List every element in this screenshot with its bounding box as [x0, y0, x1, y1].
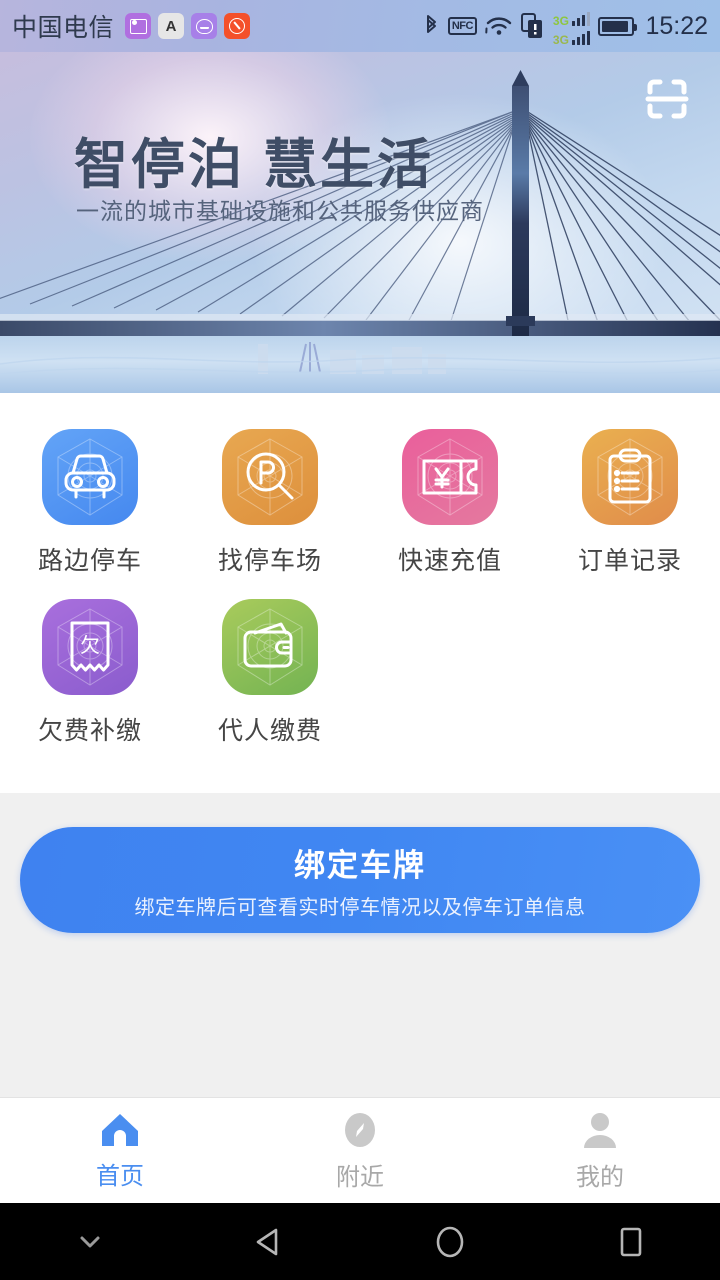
- tab-label: 附近: [336, 1163, 384, 1191]
- tab-home[interactable]: 首页: [0, 1098, 240, 1203]
- bluetooth-icon: [423, 14, 440, 38]
- dual-sim-icon: [520, 13, 545, 39]
- compass-icon: [345, 1112, 375, 1147]
- android-nav-bar: [0, 1203, 720, 1280]
- nfc-icon: NFC: [447, 17, 477, 35]
- hero-banner: 智停泊 慧生活 一流的城市基础设施和公共服务供应商: [0, 52, 720, 393]
- keyboard-icon: A: [158, 13, 185, 39]
- grid-item-arrears-payment[interactable]: 欠 欠费补缴: [0, 599, 180, 747]
- feature-grid-card: 路边停车 找停车场 快速充值 订单记录 欠 欠费补缴 代人缴费: [0, 393, 720, 793]
- wifi-icon: [485, 15, 513, 37]
- grid-item-label: 快速充值: [397, 547, 502, 575]
- home-icon: [102, 1113, 138, 1146]
- wallet-glyph: [243, 622, 293, 668]
- recharge-ticket-icon: [402, 429, 498, 525]
- wallet-icon: [222, 599, 318, 695]
- home-icon[interactable]: [360, 1221, 540, 1263]
- grid-item-label: 找停车场: [217, 547, 322, 575]
- arrears-receipt-icon: 欠: [42, 599, 138, 695]
- recents-icon[interactable]: [540, 1222, 720, 1262]
- clock-label: 15:22: [645, 11, 708, 40]
- grid-item-find-parking[interactable]: 找停车场: [180, 429, 360, 577]
- signal-bars-1: [571, 8, 591, 26]
- grid-item-label: 路边停车: [37, 547, 142, 575]
- grid-item-label: 代人缴费: [217, 717, 322, 745]
- grid-item-label: 欠费补缴: [37, 717, 142, 745]
- person-icon: [584, 1112, 616, 1148]
- bind-license-plate-button[interactable]: 绑定车牌 绑定车牌后可查看实时停车情况以及停车订单信息: [20, 827, 700, 933]
- tab-mine[interactable]: 我的: [480, 1098, 720, 1203]
- signal-icon: 3G 3G: [552, 8, 591, 47]
- cta-title: 绑定车牌: [294, 848, 426, 883]
- banner-title: 智停泊 慧生活: [74, 135, 435, 195]
- tab-label: 首页: [96, 1162, 144, 1190]
- clipboard-glyph: [608, 448, 652, 504]
- tool-icon: [224, 13, 251, 39]
- back-icon[interactable]: [180, 1222, 360, 1262]
- magnifier-p-glyph: [246, 452, 294, 500]
- grid-item-label: 订单记录: [577, 547, 682, 575]
- banner-subtitle: 一流的城市基础设施和公共服务供应商: [76, 198, 484, 224]
- clipboard-icon: [582, 429, 678, 525]
- carrier-label: 中国电信: [12, 14, 115, 42]
- network-type-1: 3G: [552, 13, 569, 28]
- receipt-glyph: 欠: [70, 621, 110, 672]
- status-bar: 中国电信 A NFC 3G 3G 15:22: [0, 0, 720, 52]
- tab-nearby[interactable]: 附近: [240, 1098, 480, 1203]
- notification-icons: A: [125, 13, 251, 39]
- system-status-icons: NFC 3G 3G 15:22: [423, 8, 708, 47]
- battery-icon: [598, 16, 638, 36]
- scan-qr-icon[interactable]: [642, 74, 692, 124]
- photo-icon: [125, 13, 152, 39]
- cta-subtitle: 绑定车牌后可查看实时停车情况以及停车订单信息: [134, 897, 586, 919]
- emoji-icon: [191, 13, 218, 39]
- parking-search-icon: [222, 429, 318, 525]
- network-type-2: 3G: [552, 32, 569, 47]
- tab-label: 我的: [576, 1163, 624, 1191]
- grid-item-order-records[interactable]: 订单记录: [540, 429, 720, 577]
- grid-item-pay-for-others[interactable]: 代人缴费: [180, 599, 360, 747]
- hide-nav-icon[interactable]: [0, 1233, 180, 1251]
- car-glyph: [64, 454, 116, 499]
- ticket-yen-glyph: [422, 459, 478, 495]
- grid-item-roadside-parking[interactable]: 路边停车: [0, 429, 180, 577]
- feature-grid: 路边停车 找停车场 快速充值 订单记录 欠 欠费补缴 代人缴费: [0, 393, 720, 769]
- car-icon: [42, 429, 138, 525]
- cta-section: 绑定车牌 绑定车牌后可查看实时停车情况以及停车订单信息: [0, 793, 720, 1111]
- grid-item-quick-recharge[interactable]: 快速充值: [360, 429, 540, 577]
- bottom-tab-bar: 首页 附近 我的: [0, 1097, 720, 1203]
- svg-text:欠: 欠: [80, 634, 100, 657]
- signal-bars-2: [571, 27, 591, 45]
- app-screen: 中国电信 A NFC 3G 3G 15:22 智停泊 慧生活 一流的城市基础设施…: [0, 0, 720, 1280]
